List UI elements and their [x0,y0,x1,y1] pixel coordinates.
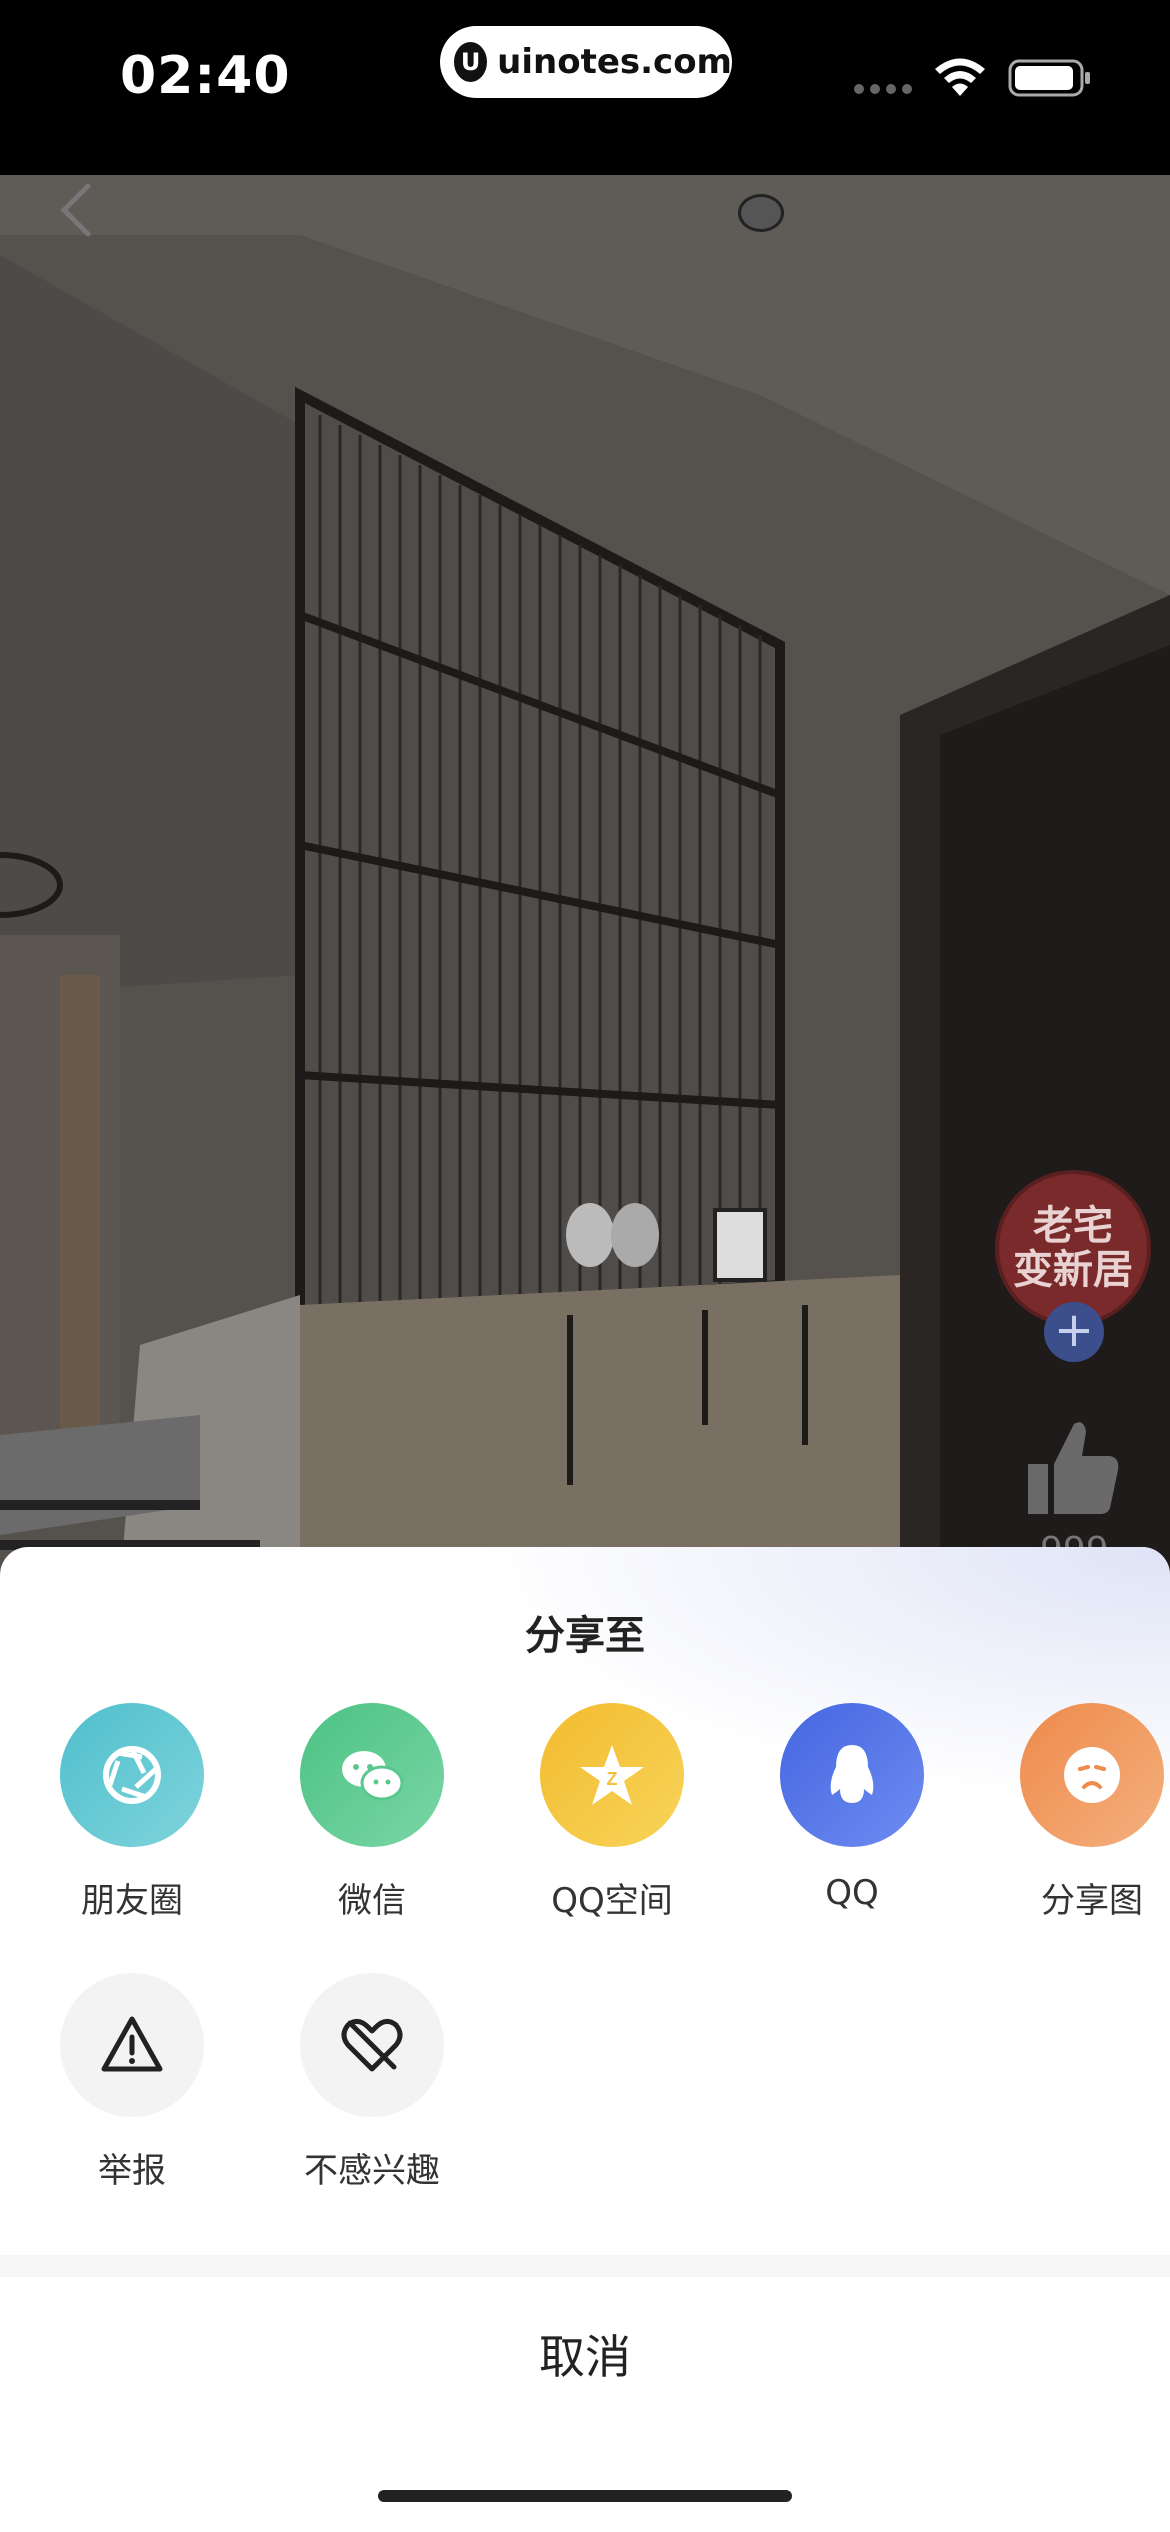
avatar-text-line1: 老宅 [1033,1203,1113,1249]
cellular-signal-icon [854,84,912,94]
home-indicator[interactable] [378,2490,792,2502]
url-text: uinotes.com [497,42,732,82]
share-qzone-label: QQ空间 [551,1881,673,1921]
share-moments-label: 朋友圈 [81,1881,183,1921]
battery-icon [1008,59,1090,97]
qzone-star-icon: Z [540,1703,684,1847]
share-sheet-title: 分享至 [525,1613,645,1659]
svg-text:Z: Z [607,1769,618,1789]
moments-shutter-icon [60,1703,204,1847]
report-label: 举报 [98,2151,166,2191]
share-wechat-button[interactable]: 微信 [272,1703,472,1922]
camera-dot-icon [738,194,784,232]
share-wechat-label: 微信 [338,1881,406,1921]
share-qq-label: QQ [825,1873,879,1913]
share-image-button[interactable]: 分享图 [992,1703,1170,1922]
share-qzone-button[interactable]: Z QQ空间 [512,1703,712,1922]
wechat-icon [300,1703,444,1847]
site-logo-icon: U [454,42,488,82]
avatar-text-line2: 变新居 [1013,1247,1133,1293]
wifi-icon [935,58,985,96]
status-bar: 02:40 U uinotes.com [0,0,1170,175]
thumbs-up-icon[interactable] [1022,1414,1122,1518]
cancel-button[interactable]: 取消 [0,2277,1170,2437]
status-time: 02:40 [120,46,291,106]
url-pill[interactable]: U uinotes.com [440,26,732,98]
share-image-icon [1020,1703,1164,1847]
follow-button[interactable]: + [1044,1302,1104,1362]
share-moments-button[interactable]: 朋友圈 [32,1703,232,1922]
video-background-image[interactable] [0,175,1170,1585]
divider [0,2255,1170,2277]
warning-icon [60,1973,204,2117]
share-image-label: 分享图 [1041,1881,1143,1921]
interior-scene-image [0,175,1170,1585]
broken-heart-icon [300,1973,444,2117]
share-sheet: 分享至 朋友圈 微信 Z QQ空间 QQ 分享图 举报 不感兴趣 取消 [0,1547,1170,2532]
qq-penguin-icon [780,1703,924,1847]
not-interested-label: 不感兴趣 [304,2151,440,2191]
back-chevron-icon[interactable] [56,182,96,238]
share-qq-button[interactable]: QQ [752,1703,952,1913]
report-button[interactable]: 举报 [32,1973,232,2192]
not-interested-button[interactable]: 不感兴趣 [272,1973,472,2192]
